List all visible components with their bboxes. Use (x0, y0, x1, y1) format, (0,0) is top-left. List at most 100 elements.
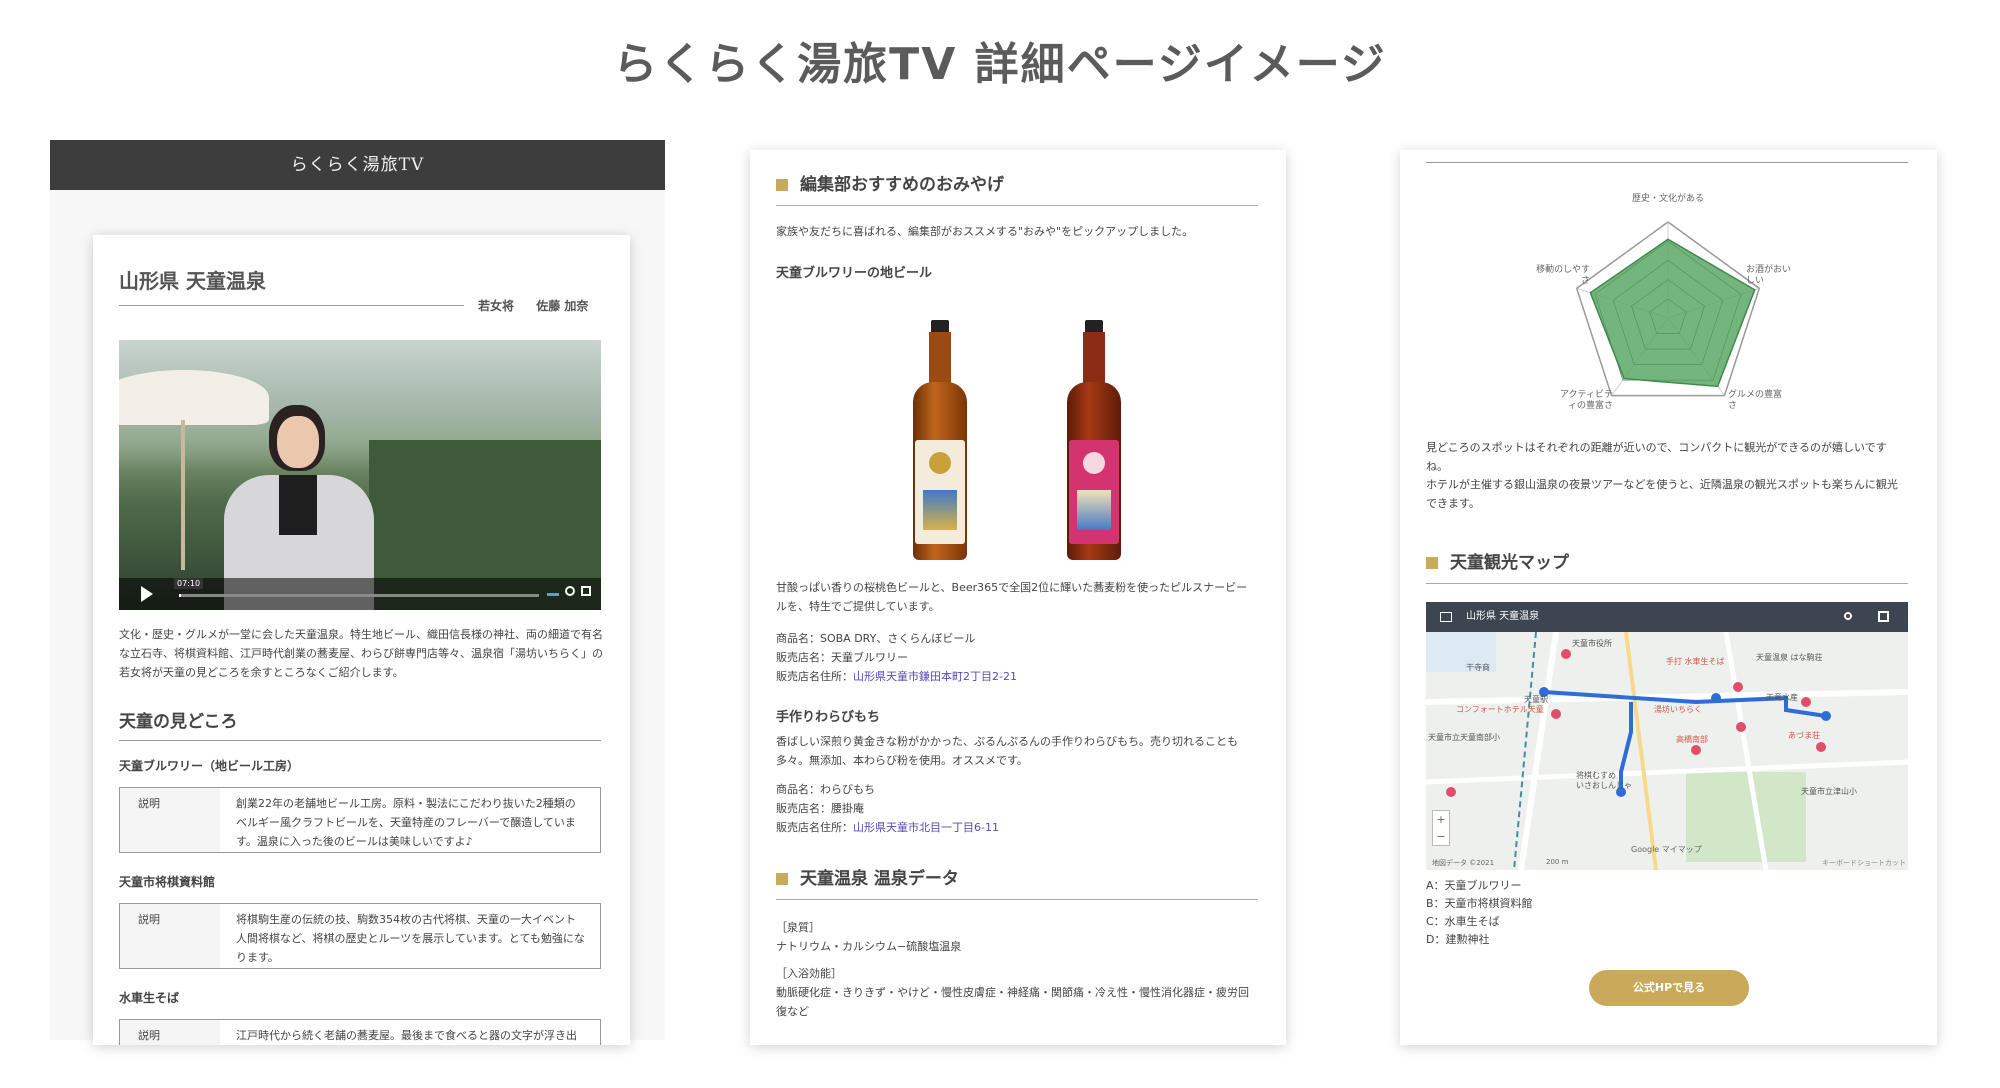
map-place: 天童市立津山小 (1801, 787, 1857, 796)
beer-bottle-amber (909, 320, 971, 560)
panel2-card: 編集部おすすめのおみやげ 家族や友だちに喜ばれる、編集部がおススメする"おみや"… (750, 150, 1286, 1045)
map-place: コンフォートホテル天童 (1456, 705, 1544, 714)
page-title: らくらく湯旅TV 詳細ページイメージ (613, 39, 1387, 90)
intro-text: 文化・歴史・グルメが一堂に会した天童温泉。特生地ビール、織田信長様の神社、両の細… (119, 628, 603, 679)
spot-label: 説明 (120, 1020, 220, 1045)
map-menu-icon[interactable] (1440, 612, 1452, 622)
spot-name: 天童ブルワリー（地ビール工房） (119, 759, 300, 773)
spring-data-heading: 天童温泉 温泉データ (776, 864, 1258, 900)
map-header-bar: 山形県 天童温泉 (1426, 602, 1908, 632)
map-legend-item: D：建勲神社 (1426, 933, 1490, 946)
map-road (1518, 632, 1559, 870)
souvenir-heading: 編集部おすすめのおみやげ (776, 170, 1258, 206)
presenter-face (277, 416, 319, 468)
radar-label: グルメの豊富さ (1728, 390, 1783, 411)
official-site-button[interactable]: 公式HPで見る (1589, 970, 1749, 1006)
video-progress-track[interactable] (179, 594, 539, 597)
item2-shop: 販売店名：腰掛庵 (776, 802, 864, 815)
spot-info-box: 説明 将棋駒生産の伝統の技、駒数354枚の古代将棋、天童の一大イベント人間将棋な… (119, 903, 601, 969)
presenter-top (279, 475, 317, 535)
play-icon[interactable] (141, 586, 153, 602)
site-header: らくらく湯旅TV (50, 140, 665, 190)
map-legend-item: A：天童ブルワリー (1426, 879, 1522, 892)
heading-square-icon (776, 873, 788, 885)
panel1-card: 山形県 天童温泉 若女将 佐藤 加奈 07:10 文化・歴史・グルメが一堂に会し… (93, 235, 630, 1045)
fullscreen-icon[interactable] (1878, 611, 1889, 622)
item1-shop: 販売店名：天童ブルワリー (776, 651, 908, 664)
radar-chart (1575, 221, 1761, 397)
map-place: 天童水産 (1766, 693, 1798, 702)
spot-desc: 創業22年の老舗地ビール工房。原料・製法にこだわり抜いた2種類のベルギー風クラフ… (236, 797, 576, 848)
item2-product: 商品名：わらびもち (776, 783, 875, 796)
map-title: 天童観光マップ (1450, 553, 1569, 573)
map-scale: 200 m (1546, 858, 1569, 866)
item1-product: 商品名：SOBA DRY、さくらんぼビール (776, 632, 976, 645)
address-link[interactable]: 山形県天童市北目一丁目6-11 (853, 821, 999, 834)
effect-value: 動脈硬化症・きりきず・やけど・慢性皮膚症・神経痛・関節痛・冷え性・慢性消化器症・… (776, 986, 1249, 1018)
radar-label: お酒がおいしい (1746, 265, 1792, 286)
map-pin (1733, 682, 1743, 692)
spot-desc: 江戸時代から続く老舗の蕎麦屋。最後まで食べると器の文字が浮き出 (236, 1029, 577, 1042)
effect-label: ［入浴効能］ (776, 967, 842, 980)
map-route (1619, 702, 1633, 792)
spot-label: 説明 (120, 904, 220, 968)
site-logo[interactable]: らくらく湯旅TV (291, 155, 425, 175)
map-place: 高橋南部 (1676, 735, 1708, 744)
map-footer-left: 地図データ ©2021 (1432, 859, 1495, 867)
panel3-card: 歴史・文化がある お酒がおいしい グルメの豊富さ アクティビティの豊富さ 移動の… (1400, 150, 1937, 1045)
map-footer-right: キーボードショートカット (1822, 859, 1906, 867)
share-icon[interactable] (1844, 612, 1852, 620)
sights-heading: 天童の見どころ (119, 707, 601, 741)
map-park (1686, 772, 1806, 862)
map-place: あづま荘 (1788, 731, 1820, 740)
radar-label: 歴史・文化がある (1631, 194, 1704, 204)
souvenir-title: 編集部おすすめのおみやげ (800, 175, 1004, 195)
map-place: 天童温泉 はな駒荘 (1756, 653, 1823, 662)
item2-desc: 香ばしい深煎り黄金きな粉がかかった、ぷるんぷるんの手作りわらびもち。売り切れるこ… (776, 735, 1238, 767)
map-pin (1691, 745, 1701, 755)
map-legend-item: B：天童市将棋資料館 (1426, 897, 1533, 910)
map-heading: 天童観光マップ (1426, 548, 1908, 584)
map-place: 手打 水車生そば (1666, 657, 1725, 666)
item2-address: 販売店名住所：山形県天童市北目一丁目6-11 (776, 818, 999, 837)
spring-value: ナトリウム・カルシウム−硫酸塩温泉 (776, 940, 962, 953)
video-time: 07:10 (174, 578, 204, 589)
radar-label: 移動のしやすさ (1536, 265, 1590, 286)
fullscreen-icon[interactable] (581, 586, 591, 596)
map-place: 干寺商 (1466, 663, 1490, 672)
top-divider (1426, 162, 1908, 163)
address-label: 販売店名住所： (776, 670, 853, 683)
video-progress-fill (179, 594, 181, 597)
parasol-pole (181, 420, 185, 570)
souvenir-intro: 家族や友だちに喜ばれる、編集部がおススメする"おみや"をピックアップしました。 (776, 225, 1194, 238)
item1-address: 販売店名住所：山形県天童市鎌田本町2丁目2-21 (776, 667, 1017, 686)
map-place: いさおしんじゃ (1576, 781, 1632, 790)
map-header-title: 山形県 天童温泉 (1466, 611, 1540, 622)
address-link[interactable]: 山形県天童市鎌田本町2丁目2-21 (853, 670, 1017, 683)
map-place: 天童駅 (1524, 695, 1548, 704)
item1-desc: 甘酸っぱい香りの桜桃色ビールと、Beer365で全国2位に輝いた蕎麦粉を使ったピ… (776, 581, 1248, 613)
zoom-control[interactable]: + − (1432, 810, 1450, 846)
video-player[interactable]: 07:10 (119, 340, 601, 610)
heading-square-icon (776, 179, 788, 191)
spot-name: 天童市将棋資料館 (119, 875, 216, 889)
guide-name: 佐藤 加奈 (536, 299, 589, 313)
map-pin (1446, 787, 1456, 797)
gear-icon[interactable] (565, 586, 575, 596)
spot-desc: 将棋駒生産の伝統の技、駒数354枚の古代将棋、天童の一大イベント人間将棋など、将… (236, 913, 585, 964)
map-place: 湯坊いちらく (1654, 705, 1702, 714)
map-road (1624, 632, 1658, 870)
tourism-map[interactable]: 山形県 天童温泉 天童市役所 手打 水車生そば 天童温泉 はな駒荘 コンフォート… (1426, 602, 1908, 870)
spring-label: ［泉質］ (776, 921, 820, 934)
item2-title: 手作りわらびもち (776, 710, 881, 725)
address-label: 販売店名住所： (776, 821, 853, 834)
volume-icon[interactable] (547, 586, 559, 596)
map-legend-item: C：水車生そば (1426, 915, 1500, 928)
spot-label: 説明 (120, 788, 220, 852)
spring-data-title: 天童温泉 温泉データ (800, 869, 959, 889)
map-marker (1821, 711, 1831, 721)
map-canvas (1426, 632, 1908, 870)
map-place: 天童市立天童南部小 (1428, 733, 1500, 742)
beer-bottle-cherry (1063, 320, 1125, 560)
spot-info-box: 説明 創業22年の老舗地ビール工房。原料・製法にこだわり抜いた2種類のベルギー風… (119, 787, 601, 853)
